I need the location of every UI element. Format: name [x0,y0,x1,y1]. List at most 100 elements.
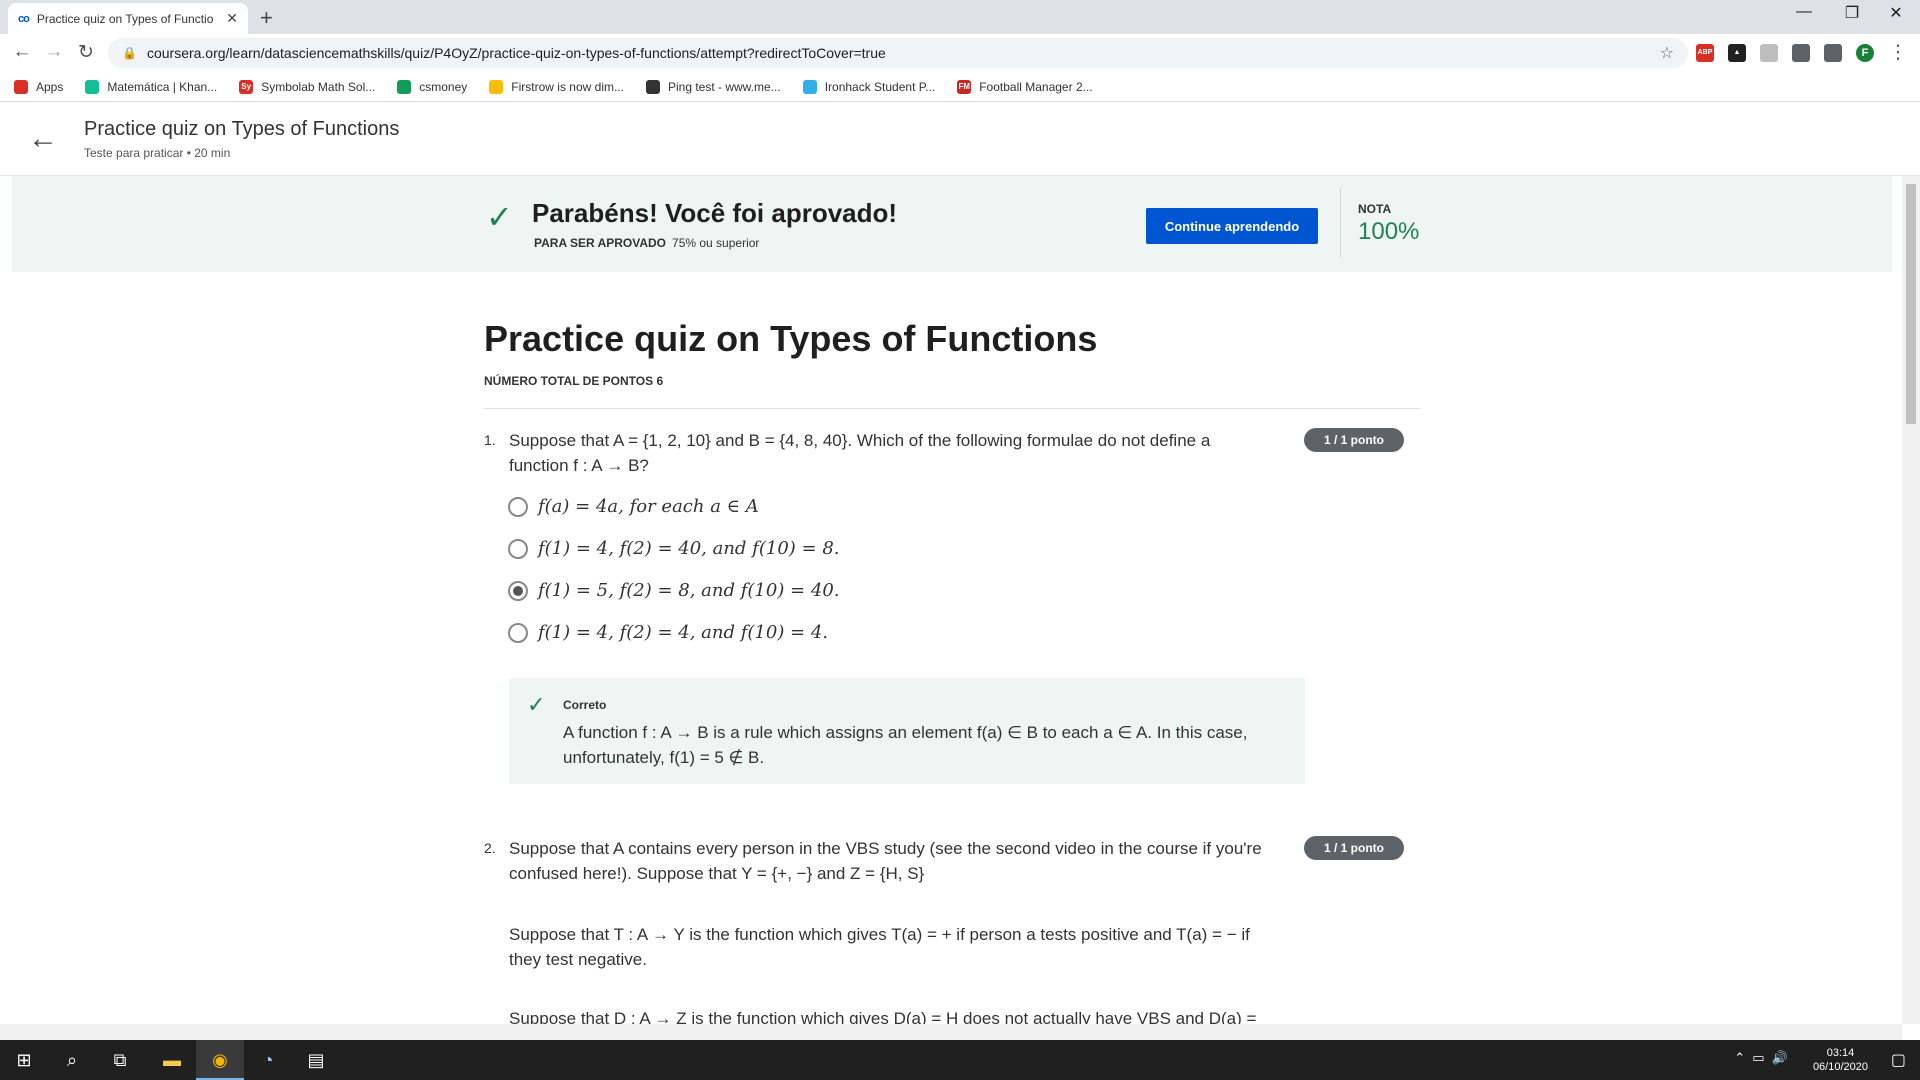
feedback-label: Correto [563,698,607,712]
pass-value: 75% ou superior [672,236,760,250]
question-text: Suppose that A contains every person in … [509,836,1299,886]
vertical-scrollbar[interactable] [1902,176,1920,1024]
browser-tab-strip: co Practice quiz on Types of Functio ✕ +… [0,0,1920,34]
scrollbar-thumb[interactable] [1906,184,1916,424]
divider [484,408,1420,409]
question-text-line: Suppose that T : A → Y is the function w… [509,925,1250,944]
horizontal-scrollbar[interactable] [0,1024,1902,1040]
minimize-icon[interactable]: — [1784,3,1824,21]
bookmark-label: Ironhack Student P... [824,79,936,94]
grade-value: 100% [1358,218,1420,245]
checkmark-icon: ✓ [486,199,513,235]
bookmark-label: Apps [36,79,64,94]
question-text-line: they test negative. [509,950,647,969]
option-text: f(1) = 5, f(2) = 8, and f(10) = 40. [538,580,840,601]
question-paragraph: Suppose that T : A → Y is the function w… [509,922,1309,972]
option-text: f(a) = 4a, for each a ∈ A [538,496,759,517]
search-icon[interactable]: ⌕ [48,1040,96,1080]
reload-icon[interactable]: ↻ [74,41,98,64]
menu-kebab-icon[interactable]: ⋮ [1886,41,1910,64]
checkmark-icon: ✓ [527,692,546,717]
radio-button[interactable] [508,622,528,643]
pass-requirement: PARA SER APROVADO 75% ou superior [534,236,759,250]
ping-icon [645,79,660,94]
pass-headline: Parabéns! Você foi aprovado! [532,198,898,228]
divider [1340,188,1341,258]
windows-start-icon[interactable]: ⊞ [0,1040,48,1080]
ext-dark-icon[interactable]: ▲ [1728,44,1746,62]
answer-option[interactable]: f(a) = 4a, for each a ∈ A [508,496,759,517]
bookmark-item[interactable]: Firstrow is now dim... [489,79,624,94]
bookmark-star-icon[interactable]: ☆ [1660,43,1674,63]
khan-icon [85,79,100,94]
abp-icon[interactable]: ABP [1696,44,1714,62]
radio-button[interactable] [508,496,528,517]
bookmark-label: Symbolab Math Sol... [261,79,376,94]
grade-label: NOTA [1358,202,1392,216]
answer-option[interactable]: f(1) = 4, f(2) = 40, and f(10) = 8. [508,538,840,559]
quiz-title: Practice quiz on Types of Functions [484,318,1098,359]
continue-learning-button[interactable]: Continue aprendendo [1146,208,1318,244]
browser-toolbar: ← → ↻ 🔒 coursera.org/learn/datasciencema… [0,34,1920,72]
back-arrow-icon[interactable]: ← [28,122,58,156]
bookmarks-bar: Apps Matemática | Khan... Sy Symbolab Math … [0,72,1920,102]
feedback-line: A function f : A → B is a rule which ass… [563,723,1248,742]
clock-time: 03:14 [1826,1047,1855,1059]
firstrow-icon [489,79,504,94]
fm-icon: FM [957,79,972,94]
answer-option[interactable]: f(1) = 4, f(2) = 4, and f(10) = 4. [508,622,828,643]
score-badge: 1 / 1 ponto [1304,836,1404,860]
bookmark-item[interactable]: Sy Symbolab Math Sol... [239,79,376,94]
system-tray-icons[interactable]: ⌃ ▭ 🔊 [1734,1050,1788,1066]
profile-avatar[interactable]: F [1856,44,1874,62]
restore-icon[interactable]: ❐ [1832,3,1872,23]
file-explorer-icon[interactable]: ▬ [148,1040,196,1080]
bookmark-item[interactable]: Matemática | Khan... [85,79,217,94]
windows-taskbar: ⊞ ⌕ ⧉ ▬ ◉ ◔ ▤ ⌃ ▭ 🔊 03:14 06/10/2020 ▢ [0,1040,1920,1080]
apps-grid-icon [14,79,28,94]
clock[interactable]: 03:14 06/10/2020 [1813,1046,1868,1074]
close-window-icon[interactable]: ✕ [1876,3,1916,23]
radio-button-selected[interactable] [508,580,528,601]
app-icon[interactable]: ◔ [244,1040,292,1080]
media-icon[interactable] [1824,44,1842,62]
score-badge: 1 / 1 ponto [1304,428,1404,452]
bookmark-label: Ping test - www.me... [667,79,781,94]
bookmark-item[interactable]: Apps [14,79,64,94]
quiz-header: ← Practice quiz on Types of Functions Te… [0,102,1920,176]
question-number: 1. [484,432,496,448]
forward-arrow-icon[interactable]: → [42,41,66,63]
puzzle-icon[interactable] [1792,44,1810,62]
chrome-icon[interactable]: ◉ [196,1040,244,1080]
notification-icon[interactable]: ▢ [1891,1050,1906,1070]
lock-icon: 🔒 [122,46,137,60]
bookmark-label: Firstrow is now dim... [511,79,624,94]
bookmark-item[interactable]: FM Football Manager 2... [957,79,1093,94]
document-icon[interactable]: ▤ [292,1040,340,1080]
pass-banner: ✓ Parabéns! Você foi aprovado! PARA SER … [12,176,1892,272]
answer-option[interactable]: f(1) = 5, f(2) = 8, and f(10) = 40. [508,580,840,601]
option-text: f(1) = 4, f(2) = 4, and f(10) = 4. [538,622,829,643]
question-text: Suppose that A = {1, 2, 10} and B = {4, … [509,428,1289,478]
question-text-line: confused here!). Suppose that Y = {+, −}… [509,864,925,883]
back-arrow-icon[interactable]: ← [10,41,34,63]
bookmark-item[interactable]: Ping test - www.me... [645,79,781,94]
csmoney-icon [397,79,412,94]
option-text: f(1) = 4, f(2) = 40, and f(10) = 8. [538,538,840,559]
pass-label: PARA SER APROVADO [534,236,667,250]
browser-tab[interactable]: co Practice quiz on Types of Functio ✕ [8,3,248,34]
radio-button[interactable] [508,538,528,559]
shield-icon[interactable] [1760,44,1778,62]
close-tab-icon[interactable]: ✕ [226,10,238,27]
bookmark-item[interactable]: csmoney [397,79,467,94]
bookmark-item[interactable]: Ironhack Student P... [802,79,936,94]
question-text-line: Suppose that A = {1, 2, 10} and B = {4, … [509,431,1211,450]
question-number: 2. [484,840,496,856]
coursera-favicon-icon: co [18,12,30,25]
ironhack-icon [802,79,817,94]
symbolab-icon: Sy [239,79,254,94]
header-title: Practice quiz on Types of Functions [84,118,400,140]
task-view-icon[interactable]: ⧉ [96,1040,144,1080]
address-bar[interactable]: 🔒 coursera.org/learn/datasciencemathskil… [108,38,1688,68]
new-tab-button[interactable]: + [260,5,273,31]
